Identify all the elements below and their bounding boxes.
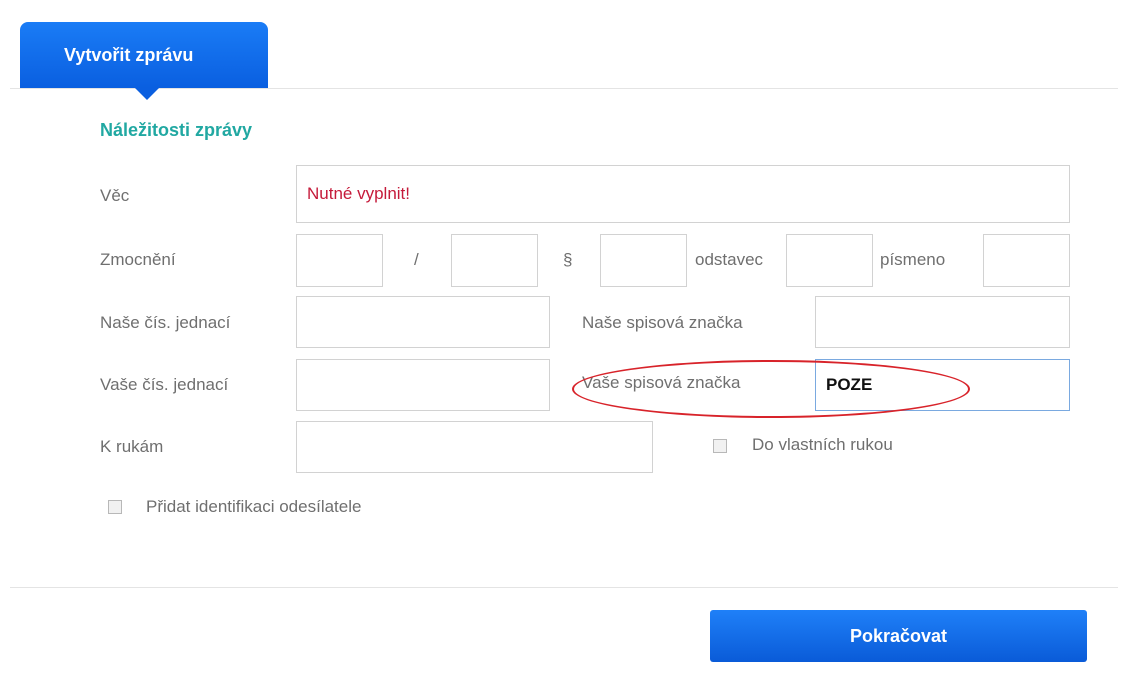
our-ref-number-input[interactable] [296,296,550,348]
sender-identification-label: Přidat identifikaci odesílatele [146,497,362,516]
letter-input[interactable] [983,234,1070,287]
subject-input[interactable] [296,165,1070,223]
your-file-mark-label: Vaše spisová značka [582,373,741,392]
authorization-number-input[interactable] [296,234,383,287]
authorization-label: Zmocnění [100,250,176,269]
attention-input[interactable] [296,421,653,473]
subject-label: Věc [100,186,130,205]
your-ref-number-input[interactable] [296,359,550,411]
letter-label: písmeno [880,250,946,269]
personal-delivery-checkbox[interactable] [713,439,727,453]
our-file-mark-label: Naše spisová značka [582,313,743,332]
personal-delivery-label: Do vlastních rukou [752,435,893,454]
subsection-label: odstavec [695,250,764,269]
attention-label: K rukám [100,437,164,456]
sender-identification-checkbox[interactable] [108,500,122,514]
paragraph-input[interactable] [600,234,687,287]
section-title: Náležitosti zprávy [100,120,253,140]
paragraph-sign: § [563,250,573,269]
tab-create-message[interactable]: Vytvořit zprávu [20,22,268,88]
your-file-mark-input[interactable] [815,359,1070,411]
tab-divider [10,88,1118,89]
footer-divider [10,587,1118,588]
subsection-input[interactable] [786,234,873,287]
message-form-page: Vytvořit zprávu Náležitosti zprávy Věc Z… [0,0,1128,692]
authorization-slash: / [414,250,419,269]
your-ref-number-label: Vaše čís. jednací [100,375,229,394]
authorization-year-input[interactable] [451,234,538,287]
our-ref-number-label: Naše čís. jednací [100,313,231,332]
our-file-mark-input[interactable] [815,296,1070,348]
continue-button[interactable]: Pokračovat [710,610,1087,662]
tab-pointer-icon [135,88,159,100]
